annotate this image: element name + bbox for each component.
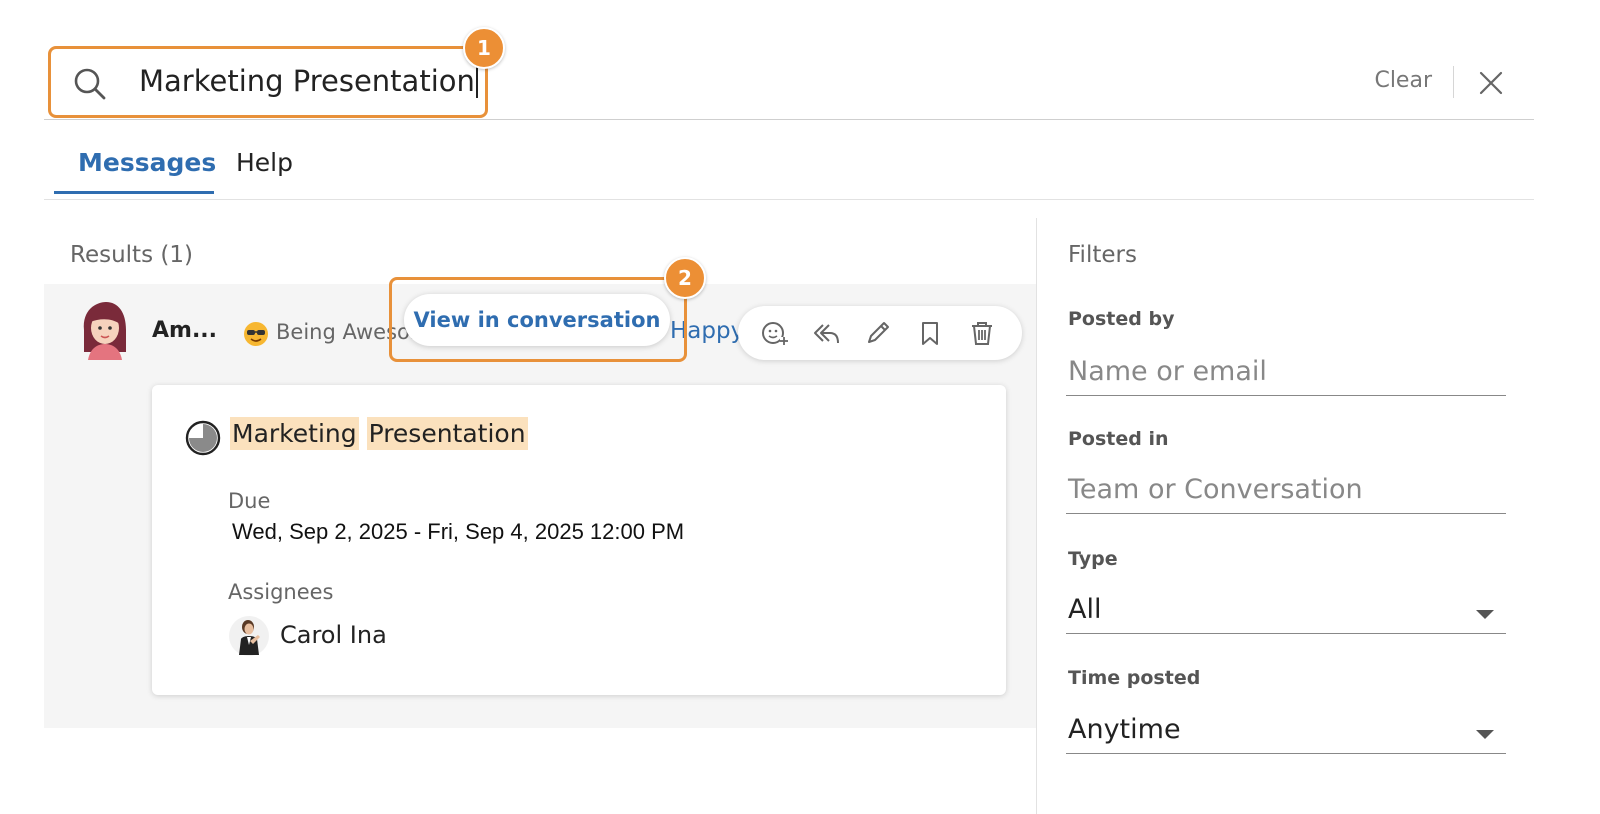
posted-by-field[interactable]: Name or email bbox=[1066, 348, 1506, 396]
filters-divider bbox=[1036, 218, 1037, 814]
task-card[interactable]: Marketing Presentation Due Wed, Sep 2, 2… bbox=[152, 385, 1006, 695]
clear-button[interactable]: Clear bbox=[1374, 68, 1432, 93]
divider bbox=[1453, 66, 1454, 98]
posted-in-label: Posted in bbox=[1068, 428, 1169, 450]
task-title[interactable]: Marketing Presentation bbox=[230, 417, 528, 450]
tab-messages[interactable]: Messages bbox=[78, 148, 216, 177]
add-reaction-icon[interactable] bbox=[760, 319, 788, 347]
filters-title: Filters bbox=[1068, 242, 1137, 268]
task-in-progress-icon bbox=[185, 420, 221, 456]
tab-help[interactable]: Help bbox=[236, 148, 293, 177]
time-posted-selected-value: Anytime bbox=[1068, 714, 1181, 745]
results-count: Results (1) bbox=[70, 242, 193, 268]
close-icon[interactable] bbox=[1478, 70, 1504, 96]
bookmark-icon[interactable] bbox=[916, 319, 944, 347]
callout-badge-1: 1 bbox=[463, 27, 505, 69]
author-name[interactable]: Am... bbox=[152, 318, 217, 343]
posted-in-placeholder: Team or Conversation bbox=[1068, 474, 1363, 505]
due-value: Wed, Sep 2, 2025 - Fri, Sep 4, 2025 12:0… bbox=[232, 519, 685, 544]
callout-highlight-view-conversation bbox=[389, 277, 687, 362]
reply-icon[interactable] bbox=[812, 319, 840, 347]
posted-by-placeholder: Name or email bbox=[1068, 356, 1267, 387]
tab-bar: Messages Help bbox=[44, 134, 1534, 200]
chevron-down-icon bbox=[1476, 610, 1494, 619]
delete-icon[interactable] bbox=[968, 319, 996, 347]
type-select[interactable]: All bbox=[1066, 586, 1506, 634]
time-posted-label: Time posted bbox=[1068, 667, 1201, 689]
edit-icon[interactable] bbox=[864, 319, 892, 347]
time-posted-select[interactable]: Anytime bbox=[1066, 706, 1506, 754]
message-actions-toolbar bbox=[738, 306, 1022, 360]
callout-badge-2: 2 bbox=[664, 257, 706, 299]
search-match-highlight: Marketing bbox=[230, 417, 359, 450]
author-avatar bbox=[83, 302, 126, 360]
type-label: Type bbox=[1068, 548, 1118, 570]
assignee-avatar[interactable] bbox=[228, 615, 270, 657]
assignee-name[interactable]: Carol Ina bbox=[280, 621, 387, 649]
search-match-highlight: Presentation bbox=[366, 417, 528, 450]
sunglasses-emoji-icon bbox=[244, 322, 268, 346]
assignees-label: Assignees bbox=[228, 580, 334, 604]
type-selected-value: All bbox=[1068, 594, 1102, 625]
chevron-down-icon bbox=[1476, 730, 1494, 739]
posted-in-field[interactable]: Team or Conversation bbox=[1066, 466, 1506, 514]
callout-highlight-search bbox=[48, 46, 488, 118]
due-label: Due bbox=[228, 489, 271, 513]
posted-by-label: Posted by bbox=[1068, 308, 1175, 330]
active-tab-indicator bbox=[54, 191, 214, 194]
